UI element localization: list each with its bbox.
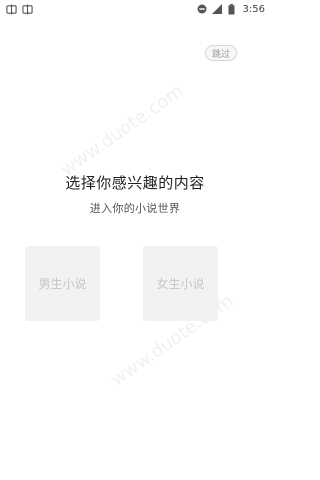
cellular-signal-icon (211, 3, 223, 15)
status-left (0, 3, 33, 15)
male-novels-card[interactable]: 男生小说 (25, 246, 100, 321)
female-novels-label: 女生小说 (156, 277, 205, 291)
skip-button[interactable]: 跳过 (205, 45, 237, 61)
female-novels-card[interactable]: 女生小说 (143, 246, 218, 321)
male-novels-label: 男生小说 (38, 277, 87, 291)
do-not-disturb-icon (196, 3, 208, 15)
watermark: www.duote.com (57, 80, 188, 181)
page-title: 选择你感兴趣的内容 (65, 174, 205, 192)
status-time: 3:56 (242, 3, 265, 15)
onboarding-screen: 3:56 www.duote.com www.duote.com 跳过 选择你感… (0, 0, 270, 480)
status-right: 3:56 (196, 3, 270, 15)
battery-icon (226, 3, 238, 15)
page-subtitle: 进入你的小说世界 (89, 202, 181, 215)
status-bar: 3:56 (0, 0, 270, 18)
app-notification-icon (5, 3, 17, 15)
app-notification-icon (21, 3, 33, 15)
